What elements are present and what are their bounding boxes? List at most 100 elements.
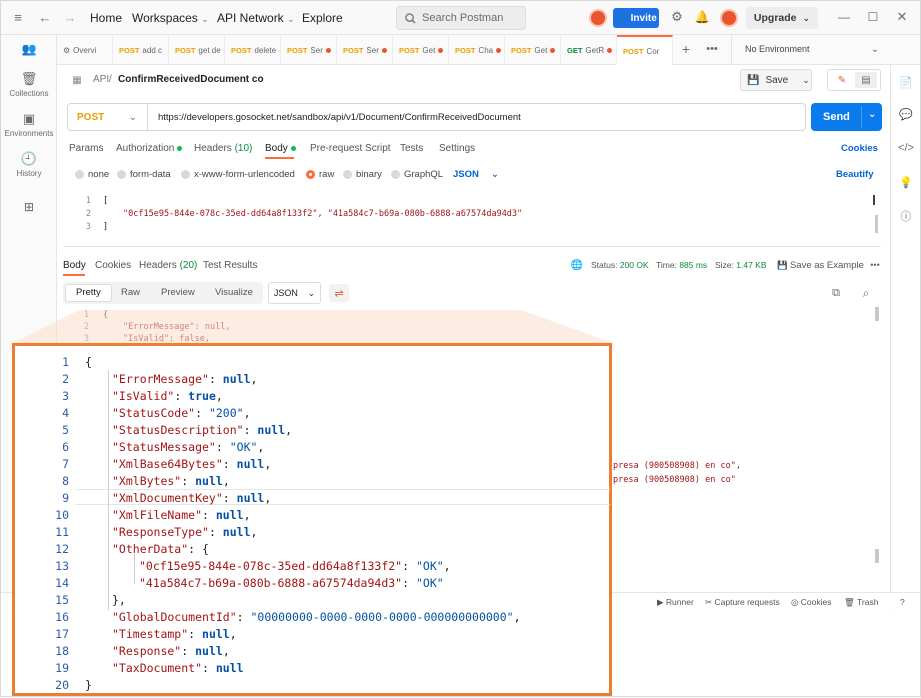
status-badge[interactable]: 200 OK (620, 260, 649, 270)
radio-binary[interactable]: binary (343, 169, 382, 180)
tab-test-results[interactable]: Test Results (203, 260, 257, 271)
trash-button[interactable]: 🗑 Trash (844, 597, 878, 608)
sidebar-item-environments[interactable]: ▣ Environments (1, 111, 57, 138)
beautify-link[interactable]: Beautify (836, 169, 873, 180)
format-pretty[interactable]: Pretty (65, 284, 112, 302)
cookies-button[interactable]: ◎ Cookies (791, 597, 832, 608)
bell-icon[interactable]: 🔔 (695, 10, 710, 24)
hamburger-icon[interactable]: ≡ (11, 10, 25, 25)
workspaces-menu[interactable]: Workspaces ⌄ (132, 11, 209, 25)
comments-icon[interactable]: 💬 (899, 107, 913, 121)
help-button[interactable]: ? (900, 597, 905, 607)
tab-body[interactable]: Body (265, 143, 296, 154)
explore-link[interactable]: Explore (302, 11, 343, 25)
chevron-down-icon[interactable]: ⌄ (868, 109, 876, 120)
tab-response-body[interactable]: Body (63, 260, 86, 271)
unsaved-dot-icon (496, 47, 502, 53)
tab-tests[interactable]: Tests (400, 143, 423, 154)
home-link[interactable]: Home (90, 11, 122, 25)
cookies-link[interactable]: Cookies (841, 143, 878, 154)
wrap-lines-icon[interactable]: ⇌ (329, 284, 349, 302)
close-icon[interactable]: ✕ (895, 9, 909, 25)
postman-logo-icon[interactable] (589, 9, 607, 27)
tab-request[interactable]: POST Get (393, 35, 449, 65)
environment-selector[interactable]: No Environment (745, 44, 810, 54)
tab-request[interactable]: GET GetR (561, 35, 617, 65)
tab-params[interactable]: Params (69, 143, 103, 154)
format-raw[interactable]: Raw (121, 287, 140, 298)
edit-icon[interactable]: ✎ (831, 72, 853, 88)
save-button[interactable]: 💾 Save ⌄ (740, 69, 812, 91)
time-value[interactable]: 885 ms (679, 260, 707, 270)
page-title[interactable]: ConfirmReceivedDocument co (118, 74, 264, 85)
upgrade-button[interactable]: Upgrade ⌄ (746, 7, 818, 29)
chevron-down-icon[interactable]: ⌄ (869, 43, 881, 55)
response-language-select[interactable]: JSON ⌄ (268, 282, 321, 304)
tab-prerequest[interactable]: Pre-request Script (310, 143, 391, 154)
copy-icon[interactable]: ⧉ (829, 286, 843, 300)
method-select[interactable]: POST ⌄ (68, 104, 148, 130)
json-field: "GlobalDocumentId": "00000000-0000-0000-… (112, 610, 521, 624)
divider (861, 106, 862, 128)
tab-response-headers[interactable]: Headers (20) (139, 260, 197, 271)
capture-requests-button[interactable]: ✂ Capture requests (705, 597, 780, 608)
tab-settings[interactable]: Settings (439, 143, 475, 154)
radio-raw[interactable]: raw (306, 169, 334, 180)
language-select[interactable]: JSON ⌄ (453, 169, 499, 180)
arrow-left-icon[interactable]: ← (38, 10, 52, 25)
line-number: 11 (55, 525, 69, 539)
arrow-right-icon[interactable]: → (63, 10, 77, 25)
sidebar-item-collections[interactable]: 🗑 Collections (1, 71, 57, 98)
tab-request-active[interactable]: POST Cor (617, 35, 673, 65)
tab-headers[interactable]: Headers (10) (194, 143, 252, 154)
save-as-example-button[interactable]: 💾 Save as Example (777, 260, 864, 271)
comment-icon[interactable]: ▤ (855, 72, 877, 88)
radio-graphql[interactable]: GraphQL (391, 169, 443, 180)
request-body-editor[interactable]: 1 2 3 [ "0cf15e95-844e-078c-35ed-dd64a8f… (63, 191, 881, 247)
radio-none[interactable]: none (75, 169, 109, 180)
scrollbar[interactable] (875, 307, 879, 321)
maximize-icon[interactable]: ☐ (866, 9, 880, 25)
scrollbar[interactable] (875, 549, 879, 563)
tab-request[interactable]: POST Cha (449, 35, 505, 65)
minimize-icon[interactable]: — (837, 9, 851, 25)
more-icon[interactable]: ••• (705, 42, 719, 56)
tab-request[interactable]: POST delete (225, 35, 281, 65)
size-value[interactable]: 1.47 KB (736, 260, 766, 270)
tab-overview[interactable]: ⚙ Overvi (57, 35, 113, 65)
tab-request[interactable]: POST Get (505, 35, 561, 65)
json-field: "XmlDocumentKey": null, (112, 491, 272, 505)
send-button[interactable]: Send ⌄ (811, 103, 882, 131)
sidebar-item-history[interactable]: 🕘 History (1, 151, 57, 178)
search-box[interactable]: Search Postman (396, 6, 526, 30)
radio-form-data[interactable]: form-data (117, 169, 171, 180)
tab-request[interactable]: POST add c (113, 35, 169, 65)
add-widgets-icon[interactable]: ⊞ (21, 200, 37, 214)
url-input[interactable]: https://developers.gosocket.net/sandbox/… (158, 112, 521, 123)
invite-button[interactable]: 👤 Invite (613, 8, 659, 28)
tab-authorization[interactable]: Authorization (116, 143, 183, 154)
lightbulb-icon[interactable]: 💡 (899, 175, 913, 189)
documentation-icon[interactable]: 📄 (899, 75, 913, 89)
code-icon[interactable]: </> (898, 141, 914, 155)
tab-response-cookies[interactable]: Cookies (95, 260, 131, 271)
format-preview[interactable]: Preview (161, 287, 195, 298)
breadcrumb-root[interactable]: API (93, 74, 109, 85)
json-field: "IsValid": true, (112, 389, 223, 403)
radio-urlencoded[interactable]: x-www-form-urlencoded (181, 169, 295, 180)
tab-request[interactable]: POST get de (169, 35, 225, 65)
tab-request[interactable]: POST Ser (337, 35, 393, 65)
team-icon[interactable]: 👥 (21, 42, 37, 56)
scrollbar[interactable] (875, 215, 878, 233)
runner-button[interactable]: ▶ Runner (657, 597, 694, 608)
avatar[interactable] (720, 9, 738, 27)
api-network-menu[interactable]: API Network ⌄ (217, 11, 295, 25)
format-visualize[interactable]: Visualize (215, 287, 253, 298)
info-icon[interactable]: ⓘ (899, 209, 913, 223)
search-icon[interactable]: ⌕ (859, 286, 873, 300)
more-icon[interactable]: ••• (869, 259, 881, 271)
line-number: 2 (85, 209, 91, 219)
gear-icon[interactable]: ⚙ (670, 9, 684, 24)
tab-request[interactable]: POST Ser (281, 35, 337, 65)
plus-icon[interactable]: + (679, 41, 693, 57)
